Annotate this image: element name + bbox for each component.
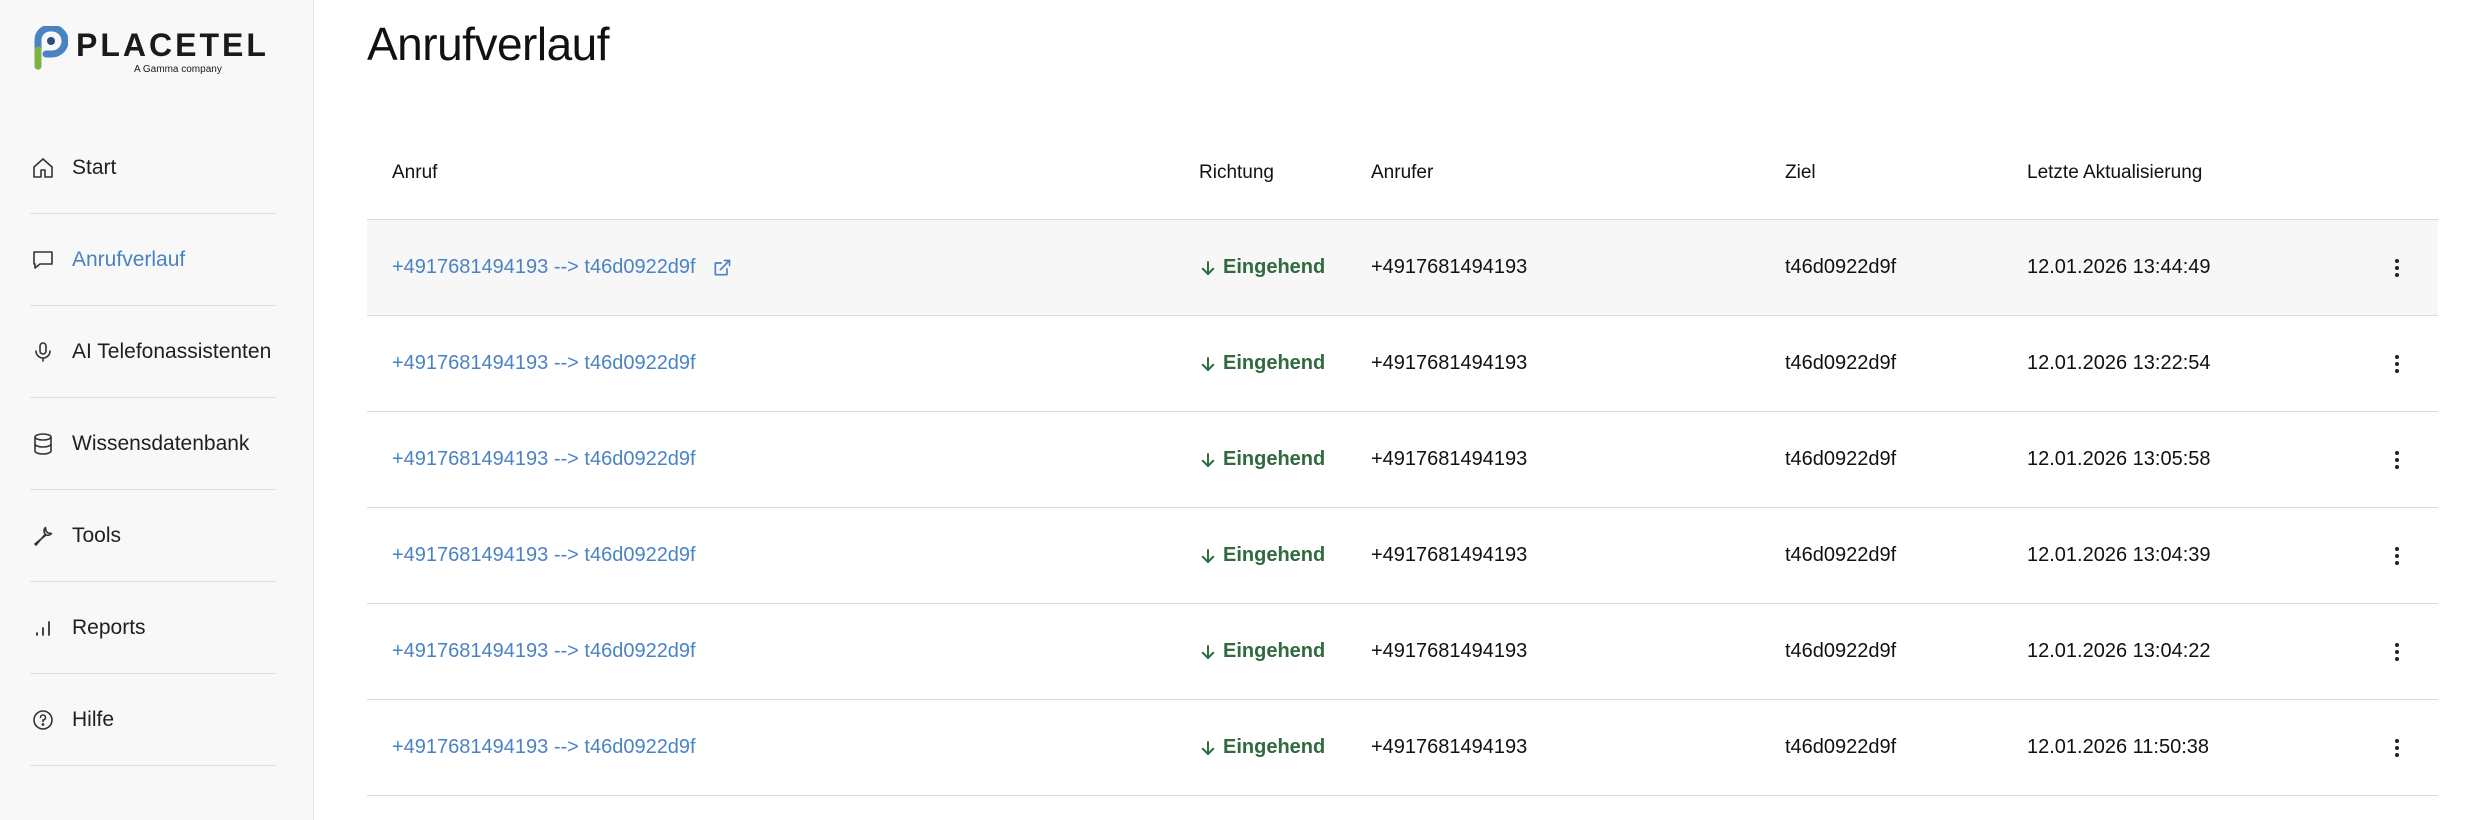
call-link[interactable]: +4917681494193 --> t46d0922d9f	[392, 352, 696, 375]
more-vertical-icon	[2395, 738, 2399, 757]
column-header-richtung[interactable]: Richtung	[1199, 162, 1274, 184]
sidebar-item-start[interactable]: Start	[30, 122, 276, 214]
column-header-anrufer[interactable]: Anrufer	[1371, 162, 1433, 184]
direction-badge: Eingehend	[1199, 640, 1325, 663]
table-row[interactable]: +4917681494193 --> t46d0922d9f Eingehend…	[367, 316, 2438, 412]
placetel-logo-icon	[34, 26, 68, 70]
table-row[interactable]: +4917681494193 --> t46d0922d9f Eingehend…	[367, 700, 2438, 796]
call-target: t46d0922d9f	[1785, 640, 1897, 662]
database-icon	[30, 431, 56, 457]
placetel-logo[interactable]: PLACETEL A Gamma company	[34, 26, 266, 76]
table-row[interactable]: +4917681494193 --> t46d0922d9f Eingehend…	[367, 508, 2438, 604]
direction-badge: Eingehend	[1199, 352, 1325, 375]
row-menu-button[interactable]	[2383, 734, 2411, 762]
direction-badge: Eingehend	[1199, 448, 1325, 471]
direction-label: Eingehend	[1223, 640, 1326, 662]
sidebar-item-label: Wissensdatenbank	[72, 431, 250, 455]
logo-tagline: A Gamma company	[134, 64, 222, 75]
sidebar-item-reports[interactable]: Reports	[30, 582, 276, 674]
row-menu-button[interactable]	[2383, 542, 2411, 570]
arrow-down-icon	[1201, 548, 1215, 563]
direction-label: Eingehend	[1223, 544, 1326, 566]
microphone-icon	[30, 339, 56, 365]
row-menu-button[interactable]	[2383, 446, 2411, 474]
last-updated: 12.01.2026 13:04:22	[2027, 640, 2211, 662]
call-target: t46d0922d9f	[1785, 256, 1897, 278]
sidebar-item-label: Reports	[72, 615, 146, 639]
table-header: Anruf Richtung Anrufer Ziel Letzte Aktua…	[367, 126, 2438, 220]
call-link[interactable]: +4917681494193 --> t46d0922d9f	[392, 736, 696, 759]
call-link-text[interactable]: +4917681494193 --> t46d0922d9f	[392, 256, 696, 279]
call-link[interactable]: +4917681494193 --> t46d0922d9f	[392, 256, 732, 279]
last-updated: 12.01.2026 13:05:58	[2027, 448, 2211, 470]
row-menu-button[interactable]	[2383, 350, 2411, 378]
last-updated: 12.01.2026 13:44:49	[2027, 256, 2211, 278]
sidebar-nav: Start Anrufverlauf AI Telefonassistenten…	[0, 122, 314, 766]
direction-label: Eingehend	[1223, 448, 1326, 470]
direction-badge: Eingehend	[1199, 736, 1325, 759]
direction-label: Eingehend	[1223, 736, 1326, 758]
sidebar-item-label: Tools	[72, 523, 122, 547]
more-vertical-icon	[2395, 258, 2399, 277]
call-link[interactable]: +4917681494193 --> t46d0922d9f	[392, 640, 696, 663]
more-vertical-icon	[2395, 450, 2399, 469]
row-menu-button[interactable]	[2383, 254, 2411, 282]
sidebar-item-anrufverlauf[interactable]: Anrufverlauf	[30, 214, 276, 306]
column-header-ziel[interactable]: Ziel	[1785, 162, 1816, 184]
sidebar: PLACETEL A Gamma company Start Anrufverl…	[0, 0, 314, 820]
call-link[interactable]: +4917681494193 --> t46d0922d9f	[392, 544, 696, 567]
more-vertical-icon	[2395, 546, 2399, 565]
sidebar-item-label: Start	[72, 155, 117, 179]
more-vertical-icon	[2395, 354, 2399, 373]
call-target: t46d0922d9f	[1785, 352, 1897, 374]
call-target: t46d0922d9f	[1785, 736, 1897, 758]
sidebar-item-label: Hilfe	[72, 707, 115, 731]
sidebar-item-wissensdatenbank[interactable]: Wissensdatenbank	[30, 398, 276, 490]
call-target: t46d0922d9f	[1785, 544, 1897, 566]
column-header-anruf[interactable]: Anruf	[392, 162, 437, 184]
caller-number: +4917681494193	[1371, 640, 1528, 662]
arrow-down-icon	[1201, 644, 1215, 659]
row-menu-button[interactable]	[2383, 638, 2411, 666]
direction-label: Eingehend	[1223, 256, 1326, 278]
home-icon	[30, 155, 56, 181]
sidebar-item-ai-telefonassistenten[interactable]: AI Telefonassistenten	[30, 306, 276, 398]
table-row[interactable]: +4917681494193 --> t46d0922d9f Eingehend…	[367, 604, 2438, 700]
more-vertical-icon	[2395, 642, 2399, 661]
page-title: Anrufverlauf	[367, 18, 610, 70]
table-row[interactable]: +4917681494193 --> t46d0922d9f Eingehend…	[367, 220, 2438, 316]
caller-number: +4917681494193	[1371, 448, 1528, 470]
wrench-icon	[30, 523, 56, 549]
chat-icon	[30, 247, 56, 273]
last-updated: 12.01.2026 13:22:54	[2027, 352, 2211, 374]
call-link[interactable]: +4917681494193 --> t46d0922d9f	[392, 448, 696, 471]
last-updated: 12.01.2026 13:04:39	[2027, 544, 2211, 566]
caller-number: +4917681494193	[1371, 736, 1528, 758]
arrow-down-icon	[1201, 740, 1215, 755]
external-link-icon[interactable]	[712, 258, 732, 278]
last-updated: 12.01.2026 11:50:38	[2027, 736, 2210, 758]
sidebar-item-tools[interactable]: Tools	[30, 490, 276, 582]
column-header-letzte-aktualisierung[interactable]: Letzte Aktualisierung	[2027, 162, 2202, 184]
arrow-down-icon	[1201, 452, 1215, 467]
caller-number: +4917681494193	[1371, 256, 1528, 278]
direction-badge: Eingehend	[1199, 256, 1325, 279]
direction-badge: Eingehend	[1199, 544, 1325, 567]
sidebar-item-label: Anrufverlauf	[72, 247, 186, 271]
call-target: t46d0922d9f	[1785, 448, 1897, 470]
arrow-down-icon	[1201, 356, 1215, 371]
direction-label: Eingehend	[1223, 352, 1326, 374]
logo-wordmark: PLACETEL	[76, 27, 269, 63]
table-row[interactable]: +4917681494193 --> t46d0922d9f Eingehend…	[367, 412, 2438, 508]
call-history-table: Anruf Richtung Anrufer Ziel Letzte Aktua…	[367, 126, 2438, 796]
arrow-down-icon	[1201, 260, 1215, 275]
help-circle-icon	[30, 707, 56, 733]
caller-number: +4917681494193	[1371, 544, 1528, 566]
sidebar-item-label: AI Telefonassistenten	[72, 339, 272, 363]
caller-number: +4917681494193	[1371, 352, 1528, 374]
bar-chart-icon	[30, 615, 56, 641]
sidebar-item-hilfe[interactable]: Hilfe	[30, 674, 276, 766]
